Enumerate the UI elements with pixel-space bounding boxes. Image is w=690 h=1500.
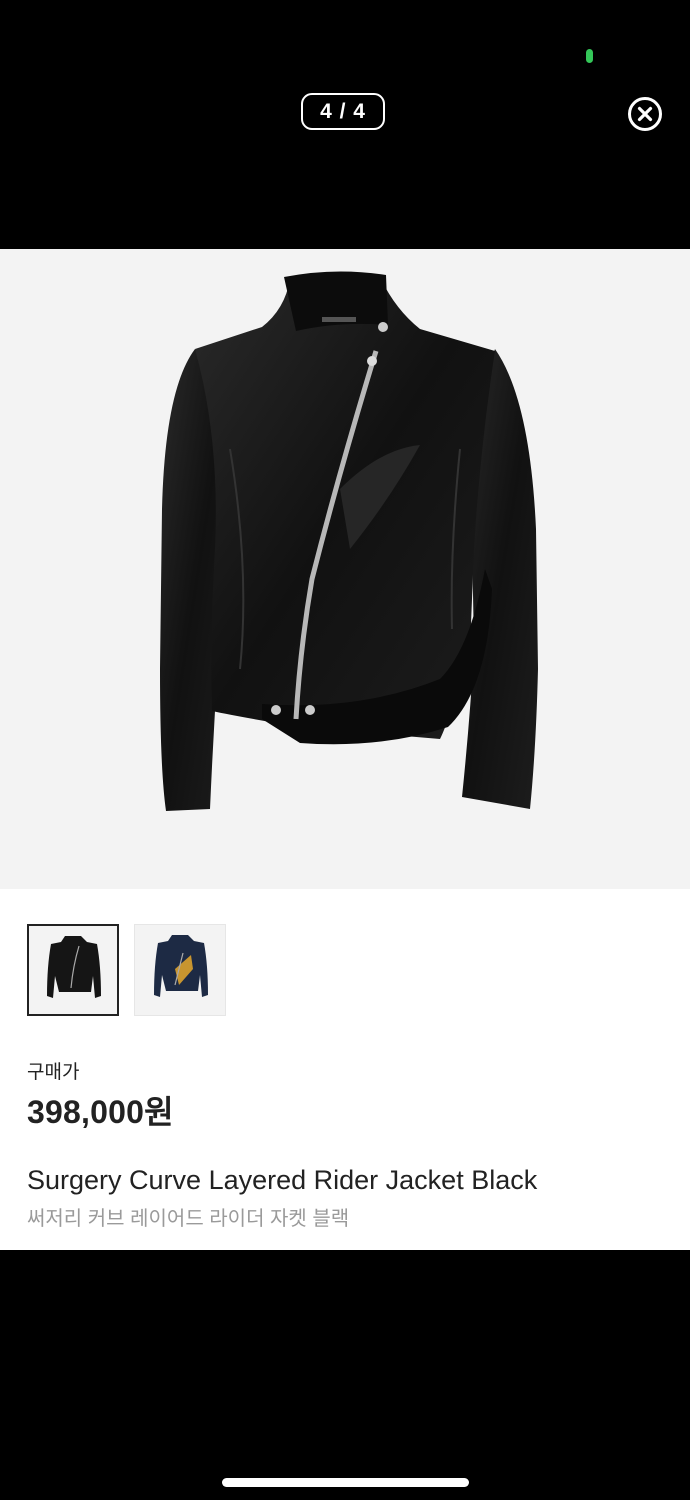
- thumbnail-navy-jacket[interactable]: [134, 924, 226, 1016]
- image-counter: 4 / 4: [301, 93, 385, 130]
- thumbnail-jacket-image: [135, 925, 225, 1015]
- thumbnail-jacket-image: [29, 926, 117, 1014]
- product-image-viewer: 4 / 4 구매가 398,000원 Surgery Curve Layered…: [0, 0, 690, 1500]
- product-name-english: Surgery Curve Layered Rider Jacket Black: [27, 1165, 538, 1195]
- jacket-image: [160, 271, 538, 811]
- price-value: 398,000원: [27, 1094, 174, 1130]
- close-button[interactable]: [627, 96, 663, 132]
- home-indicator[interactable]: [222, 1478, 469, 1487]
- product-info-panel: 구매가 398,000원 Surgery Curve Layered Rider…: [0, 889, 690, 1250]
- product-name-korean: 써저리 커브 레이어드 라이더 자켓 블랙: [27, 1208, 350, 1230]
- price-label: 구매가: [27, 1062, 80, 1083]
- main-product-image[interactable]: [0, 249, 690, 889]
- thumbnail-black-jacket[interactable]: [27, 924, 119, 1016]
- status-indicator-dot: [586, 49, 593, 63]
- close-icon: [628, 97, 662, 131]
- image-counter-text: 4 / 4: [320, 99, 366, 123]
